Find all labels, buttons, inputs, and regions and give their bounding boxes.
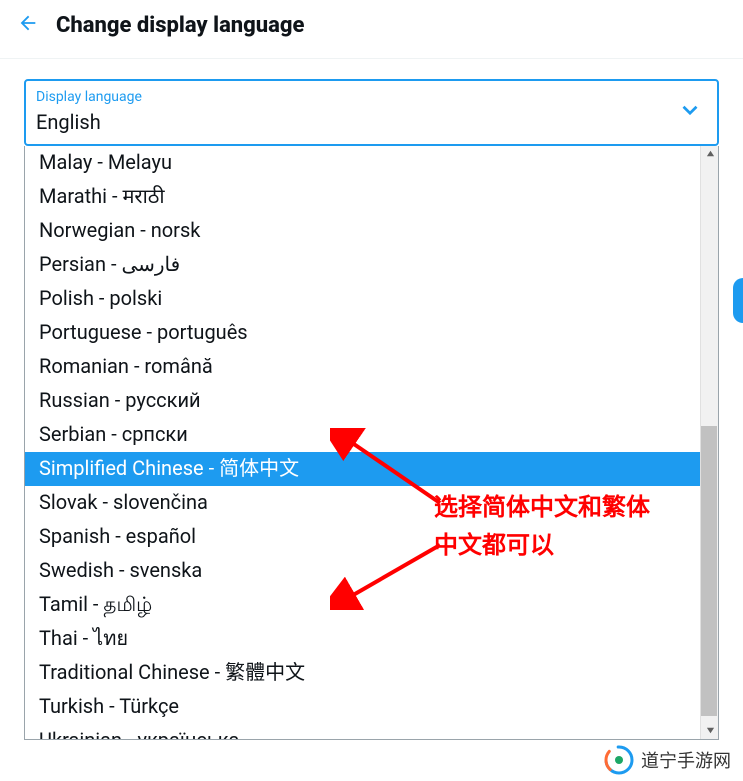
language-option[interactable]: Russian - русский xyxy=(25,384,718,418)
decorative-blob xyxy=(733,278,743,323)
language-option[interactable]: Serbian - српски xyxy=(25,418,718,452)
language-option[interactable]: Romanian - română xyxy=(25,350,718,384)
language-list: Malay - MelayuMarathi - मराठीNorwegian -… xyxy=(25,146,718,739)
language-option[interactable]: Norwegian - norsk xyxy=(25,214,718,248)
scrollbar-arrow-up-icon[interactable] xyxy=(701,146,719,162)
language-dropdown: Malay - MelayuMarathi - मराठीNorwegian -… xyxy=(24,146,719,740)
language-option[interactable]: Malay - Melayu xyxy=(25,146,718,180)
language-option[interactable]: Simplified Chinese - 简体中文 xyxy=(25,452,718,486)
scrollbar-track[interactable] xyxy=(700,146,718,739)
select-label: Display language xyxy=(36,89,673,106)
scrollbar-thumb[interactable] xyxy=(701,426,717,716)
language-option[interactable]: Portuguese - português xyxy=(25,316,718,350)
arrow-left-icon xyxy=(17,12,39,34)
select-value: English xyxy=(36,108,673,136)
site-logo: 道宁手游网 xyxy=(604,745,731,775)
language-option[interactable]: Marathi - मराठी xyxy=(25,180,718,214)
language-option[interactable]: Tamil - தமிழ் xyxy=(25,588,718,622)
language-option[interactable]: Swedish - svenska xyxy=(25,554,718,588)
back-button[interactable] xyxy=(0,12,56,38)
chevron-down-icon xyxy=(677,97,703,127)
language-option[interactable]: Turkish - Türkçe xyxy=(25,690,718,724)
page-title: Change display language xyxy=(56,13,304,38)
language-option[interactable]: Thai - ไทย xyxy=(25,622,718,656)
language-option[interactable]: Persian - فارسی xyxy=(25,248,718,282)
logo-text: 道宁手游网 xyxy=(641,747,731,773)
display-language-select[interactable]: Display language English xyxy=(24,79,719,146)
language-option[interactable]: Slovak - slovenčina xyxy=(25,486,718,520)
logo-icon xyxy=(604,745,634,775)
language-option[interactable]: Polish - polski xyxy=(25,282,718,316)
language-option[interactable]: Traditional Chinese - 繁體中文 xyxy=(25,656,718,690)
scrollbar-arrow-down-icon[interactable] xyxy=(701,723,719,739)
language-option[interactable]: Spanish - español xyxy=(25,520,718,554)
language-option[interactable]: Ukrainian - українська xyxy=(25,724,718,739)
